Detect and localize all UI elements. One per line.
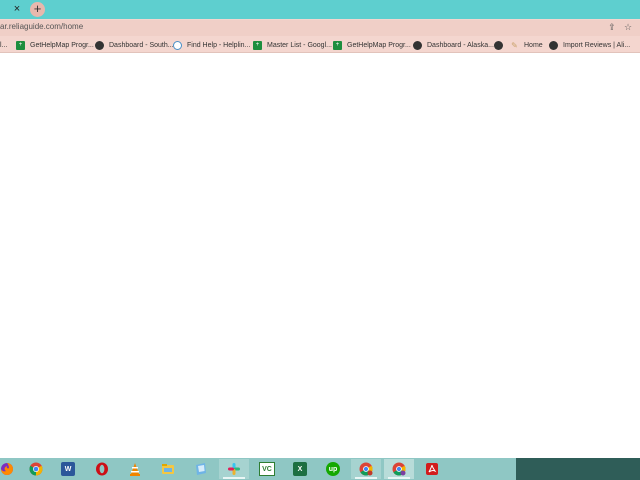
bookmark-label: Find Help - Helplin...	[187, 41, 251, 49]
taskbar-notepad[interactable]	[186, 459, 216, 479]
bookmarks-bar: l... + GetHelpMap Progr... Dashboard - S…	[0, 37, 640, 53]
taskbar-opera[interactable]	[87, 459, 117, 479]
excel-icon: X	[293, 462, 307, 476]
running-indicator	[355, 477, 377, 479]
bookmark-label: Master List - Googl...	[267, 41, 332, 49]
bookmark-item[interactable]: Dashboard - Alaska...	[413, 39, 494, 51]
folder-icon	[162, 464, 174, 474]
tab-strip: × +	[0, 0, 640, 19]
share-icon[interactable]: ⇪	[606, 21, 618, 33]
chrome-icon	[29, 462, 43, 476]
close-tab-icon[interactable]: ×	[10, 2, 24, 16]
sheets-icon: +	[253, 40, 262, 50]
globe-icon	[549, 40, 558, 50]
bookmark-label: l...	[0, 41, 8, 49]
sheets-icon: +	[333, 40, 342, 50]
taskbar-word[interactable]: W	[53, 459, 83, 479]
bookmark-label: Dashboard - South...	[109, 41, 174, 49]
taskbar-upwork[interactable]: up	[318, 459, 348, 479]
feather-icon: ✎	[511, 40, 518, 50]
taskbar-chrome[interactable]	[21, 459, 51, 479]
page-content	[0, 54, 640, 458]
taskbar-firefox[interactable]	[0, 459, 22, 479]
url-text[interactable]: ar.reliaguide.com/home	[0, 22, 83, 31]
bookmark-label: Dashboard - Alaska...	[427, 41, 494, 49]
opera-icon	[96, 462, 108, 476]
taskbar-chrome-profile-2[interactable]	[384, 459, 414, 479]
bookmark-item[interactable]: + GetHelpMap Progr...	[333, 39, 411, 51]
acrobat-icon	[426, 463, 438, 475]
taskbar-file-explorer[interactable]	[153, 459, 183, 479]
globe-icon	[413, 40, 422, 50]
chrome-icon	[359, 462, 373, 476]
chrome-icon	[392, 462, 406, 476]
taskbar: W VC X up	[0, 458, 640, 480]
bookmark-label: GetHelpMap Progr...	[347, 41, 411, 49]
running-indicator	[388, 477, 410, 479]
vc-icon: VC	[259, 462, 275, 476]
word-icon: W	[61, 462, 75, 476]
firefox-icon	[1, 463, 13, 475]
globe-icon	[95, 40, 104, 50]
bookmark-item[interactable]: ✎ Home	[510, 39, 543, 51]
bookmark-label: Import Reviews | Ali...	[563, 41, 631, 49]
bookmark-label: GetHelpMap Progr...	[30, 41, 94, 49]
bookmark-item[interactable]: Find Help - Helplin...	[173, 39, 250, 51]
taskbar-vlc[interactable]	[120, 459, 150, 479]
address-bar[interactable]: ar.reliaguide.com/home ⇪ ☆	[0, 20, 640, 36]
browser-toolbar: ar.reliaguide.com/home ⇪ ☆	[0, 19, 640, 37]
globe-icon	[494, 40, 503, 50]
running-indicator	[223, 477, 245, 479]
taskbar-chrome-profile-1[interactable]	[351, 459, 381, 479]
bookmark-label: Home	[524, 41, 543, 49]
taskbar-excel[interactable]: X	[285, 459, 315, 479]
taskbar-acrobat[interactable]	[417, 459, 447, 479]
bookmark-item[interactable]: Import Reviews | Ali...	[549, 39, 630, 51]
upwork-icon: up	[326, 462, 340, 476]
taskbar-tray-area	[516, 458, 640, 480]
notepad-icon	[196, 463, 206, 475]
taskbar-slack[interactable]	[219, 459, 249, 479]
bookmark-item-partial[interactable]: l...	[0, 39, 7, 51]
chat-bubble-icon	[173, 40, 182, 50]
bookmark-item[interactable]: Dashboard - South...	[95, 39, 174, 51]
bookmark-item[interactable]: + GetHelpMap Progr...	[16, 39, 94, 51]
sheets-icon: +	[16, 40, 25, 50]
bookmark-item[interactable]	[494, 39, 508, 51]
bookmark-item[interactable]: + Master List - Googl...	[253, 39, 332, 51]
vlc-cone-icon	[130, 463, 140, 476]
taskbar-vc[interactable]: VC	[252, 459, 282, 479]
new-tab-button[interactable]: +	[30, 2, 45, 17]
slack-icon	[228, 463, 240, 475]
bookmark-star-icon[interactable]: ☆	[622, 21, 634, 33]
